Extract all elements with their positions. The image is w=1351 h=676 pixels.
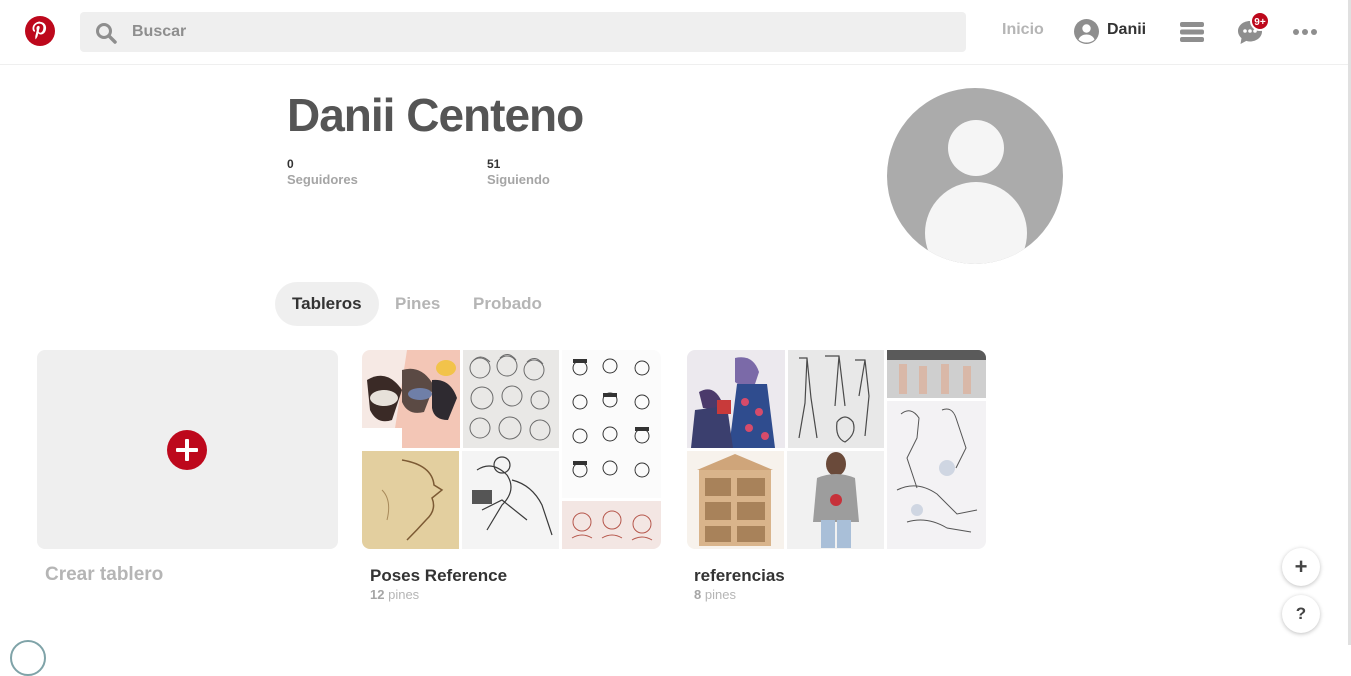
- board-title-referencias[interactable]: referencias: [694, 566, 785, 586]
- board-pin-count-value: 8: [694, 587, 702, 602]
- add-board-icon[interactable]: [167, 430, 207, 470]
- board-title-poses-reference[interactable]: Poses Reference: [370, 566, 507, 586]
- board-cover-poses-reference[interactable]: [362, 350, 661, 549]
- user-avatar-icon: [1074, 19, 1099, 44]
- board-cover-side-images: [887, 350, 986, 549]
- create-board-label[interactable]: Crear tablero: [45, 564, 163, 586]
- profile-name: Danii Centeno: [287, 89, 584, 141]
- tab-pines[interactable]: Pines: [378, 282, 457, 326]
- board-cover-main-image: [687, 350, 884, 549]
- nav-home-link[interactable]: Inicio: [1002, 21, 1044, 39]
- followers-stat[interactable]: 0 Seguidores: [287, 157, 358, 187]
- board-pin-count-unit: pines: [704, 587, 736, 602]
- following-stat[interactable]: 51 Siguiendo: [487, 157, 550, 187]
- notification-badge: 9+: [1250, 11, 1270, 31]
- board-cover-referencias[interactable]: [687, 350, 986, 549]
- corner-widget[interactable]: [10, 640, 46, 676]
- board-pin-count-value: 12: [370, 587, 385, 602]
- avatar-placeholder-head: [948, 120, 1004, 176]
- pinterest-logo-icon[interactable]: [25, 16, 55, 46]
- profile-avatar[interactable]: [887, 88, 1063, 264]
- search-input[interactable]: [132, 12, 952, 52]
- nav-user-name: Danii: [1107, 21, 1147, 38]
- board-pin-count: 8 pines: [694, 587, 736, 602]
- board-pin-count: 12 pines: [370, 587, 419, 602]
- more-options-icon[interactable]: [1292, 28, 1318, 36]
- followers-label: Seguidores: [287, 172, 358, 187]
- avatar-placeholder-body: [925, 182, 1027, 264]
- top-header: Inicio Danii 9+: [0, 0, 1351, 65]
- menu-icon[interactable]: [1179, 20, 1205, 44]
- following-label: Siguiendo: [487, 172, 550, 187]
- add-pin-button[interactable]: +: [1282, 548, 1320, 586]
- board-cover-main-image: [362, 350, 559, 549]
- board-cover-side-images: [562, 350, 661, 549]
- create-board-card[interactable]: [37, 350, 338, 549]
- tab-probado[interactable]: Probado: [456, 282, 559, 326]
- help-button[interactable]: ?: [1282, 595, 1320, 633]
- search-icon: [96, 23, 117, 44]
- following-count: 51: [487, 157, 501, 171]
- followers-count: 0: [287, 157, 294, 171]
- board-pin-count-unit: pines: [388, 587, 420, 602]
- tab-tableros[interactable]: Tableros: [275, 282, 379, 326]
- search-bar[interactable]: [80, 12, 966, 52]
